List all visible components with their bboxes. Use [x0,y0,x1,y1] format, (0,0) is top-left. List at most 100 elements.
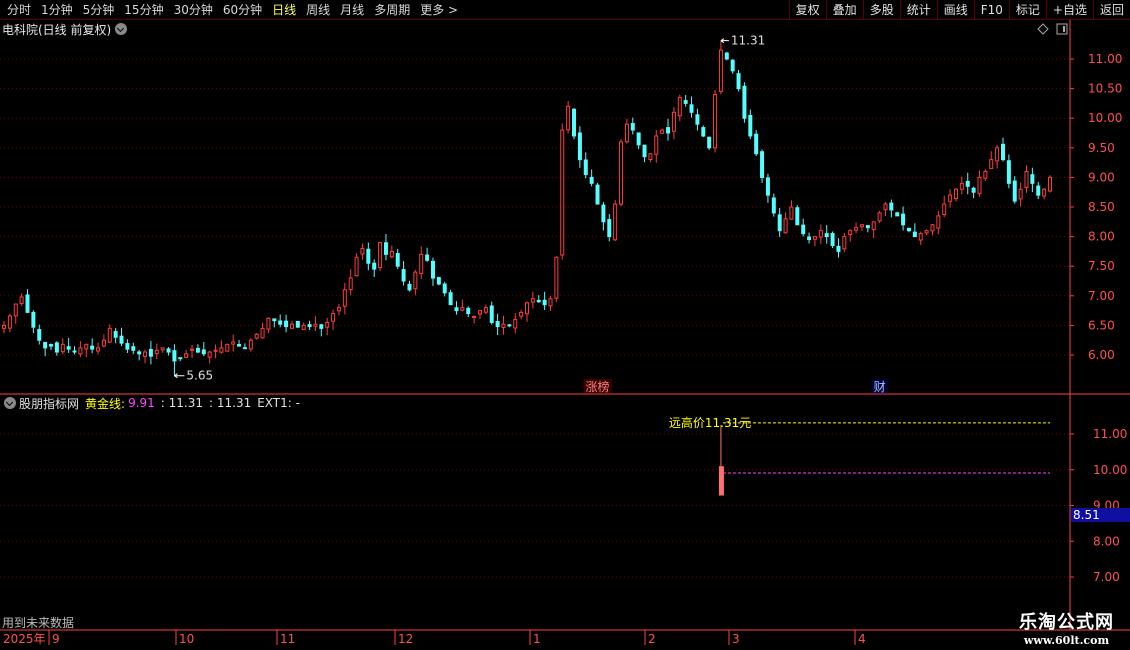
candle-body [736,73,741,90]
candle-body [642,144,647,158]
candle [107,324,112,343]
candle [7,313,12,333]
candle-body [119,335,124,344]
future-data-note: 用到未来数据 [2,616,75,630]
candle-body [525,302,529,315]
candle [736,70,741,92]
candle-body [630,123,635,131]
candle-body [965,180,970,187]
candle-body [577,132,582,161]
candle-body [307,324,312,328]
candle-body [378,242,383,269]
candle-body [948,194,953,202]
window-toggle-icon[interactable] [1056,23,1068,35]
candle-body [84,343,89,350]
candle [801,218,806,237]
candle-body [454,307,459,312]
candle-body [836,245,841,252]
candle [266,317,271,334]
candle [795,205,800,226]
candle-body [701,127,706,137]
candle [660,128,665,134]
candle-body [389,250,394,258]
candle-body [489,305,494,323]
candle-body [683,100,688,104]
candle [248,338,253,352]
candle [25,289,30,314]
candle [989,151,994,169]
candle-body [918,233,923,241]
candle [572,108,577,140]
candle-body [530,298,535,303]
candle-body [289,323,294,329]
candle [724,51,729,61]
candle [19,293,24,306]
candle [395,248,400,269]
candle [319,323,324,337]
candle [777,207,782,237]
candle [254,333,259,340]
price-tick-label: 6.00 [1088,348,1115,362]
candle [272,318,277,328]
candle-body [419,253,424,275]
candle-body [131,346,136,351]
candle-body [407,283,412,291]
candle-body [19,296,24,304]
candle-body [25,294,30,313]
candle [918,231,923,246]
candle [971,186,976,199]
candle [154,343,159,360]
candle-body [166,348,171,353]
candle-body [624,123,629,143]
indicator-options-chevron-icon[interactable] [4,397,16,409]
candle-body [848,230,853,236]
candle [442,281,447,297]
candle-body [248,339,253,350]
candle [190,345,195,359]
candle [472,315,477,324]
candle [78,341,83,358]
candle [554,256,559,302]
candle-body [342,289,347,307]
candle-body [707,136,712,149]
candle [430,257,435,286]
candle-body [1042,188,1047,197]
diamond-icon[interactable] [1037,23,1049,35]
candle-body [207,351,212,358]
candle [718,40,723,95]
candle-body [542,299,547,306]
indicator-value-2: : 11.31 [160,396,203,410]
candle-body [912,231,917,238]
candle [96,342,101,355]
candle [818,224,823,244]
candle [225,343,230,352]
indicator-tick-label: 8.00 [1093,534,1120,548]
candle [383,233,388,261]
candle-body [507,324,512,327]
candle [607,214,612,242]
candle-body [319,324,324,329]
candle [125,339,130,353]
candle-body [354,256,359,277]
candle-body [1030,174,1035,184]
candle [783,212,788,234]
candle-body [325,321,330,328]
candle-body [43,342,48,349]
candle [948,189,953,208]
candle [513,313,518,334]
candle-body [989,159,994,169]
candle [372,259,377,277]
candle [184,349,189,359]
candle-body [96,347,101,352]
candle-body [771,197,776,214]
candle-body [801,224,806,235]
far-high-annotation: 远高价11.31元 [669,415,751,430]
candle [460,299,465,312]
candle-body [395,253,400,267]
candle-body [889,202,894,211]
candle [354,253,359,277]
candle [830,231,835,249]
candle-body [225,343,230,352]
candlestick-chart[interactable]: 11.00 10.50 10.00 9.50 9.00 8.50 8.00 7.50 7.00 6… [0,0,1130,650]
gold-line-value: 9.91 [128,396,155,410]
